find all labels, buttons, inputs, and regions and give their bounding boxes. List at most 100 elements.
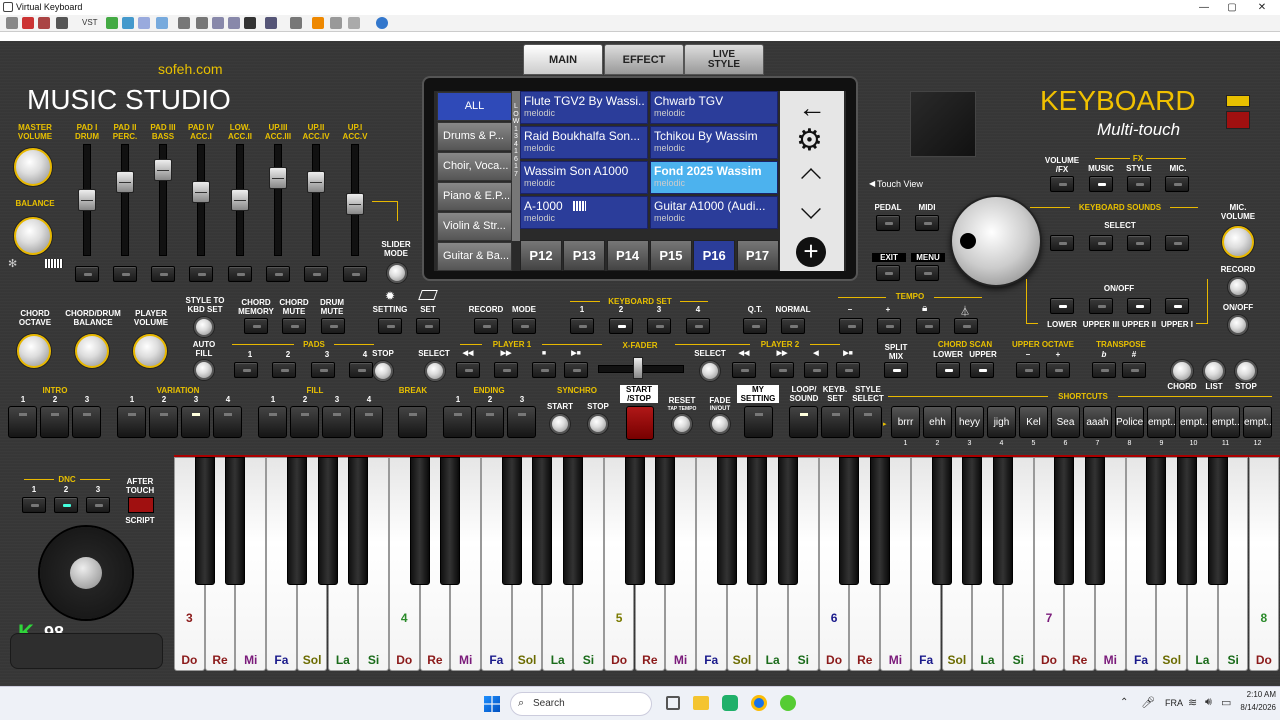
dnc-button[interactable]	[86, 497, 110, 513]
shortcut-button[interactable]: empt...	[1211, 406, 1240, 438]
pedal-button[interactable]	[876, 215, 900, 231]
ks-select-1[interactable]	[1050, 235, 1074, 251]
power-indicator[interactable]	[1226, 95, 1250, 107]
tab-live-style[interactable]: LIVE STYLE	[684, 44, 764, 75]
my-setting-button[interactable]	[744, 406, 773, 438]
touch-view-label[interactable]: Touch View	[877, 179, 923, 189]
black-key[interactable]	[778, 457, 798, 585]
black-key[interactable]	[440, 457, 461, 585]
player2-rewind-button[interactable]	[732, 362, 756, 378]
settings-icon[interactable]	[330, 17, 342, 29]
minimize-button[interactable]: —	[1190, 0, 1218, 15]
file-explorer-icon[interactable]	[693, 696, 709, 710]
category-item[interactable]: Drums & P...	[437, 122, 512, 151]
chord-octave-knob[interactable]	[17, 334, 51, 368]
pad-slider-button[interactable]	[343, 266, 367, 282]
ending-button[interactable]	[507, 406, 536, 438]
keyboard-app-icon[interactable]	[780, 695, 796, 711]
black-key[interactable]	[747, 457, 768, 585]
ks-upper1-button[interactable]	[1165, 298, 1189, 314]
song-item[interactable]: A-1000 melodic	[520, 196, 648, 229]
tempo-minus-button[interactable]	[839, 318, 863, 334]
song-item[interactable]: Tchikou By Wassim melodic	[650, 126, 778, 159]
pad-slider-button[interactable]	[266, 266, 290, 282]
black-key[interactable]	[501, 457, 522, 585]
mixer-icon[interactable]	[106, 17, 118, 29]
pad-slider-button[interactable]	[113, 266, 137, 282]
keyboard-set-button[interactable]	[570, 318, 594, 334]
black-key[interactable]	[839, 457, 860, 585]
tray-chevron-icon[interactable]: ⌃	[1120, 697, 1128, 708]
volume-fx-button[interactable]	[1050, 176, 1074, 192]
tab-effect[interactable]: EFFECT	[604, 44, 684, 75]
transpose-flat-button[interactable]	[1092, 362, 1116, 378]
edit-icon[interactable]	[156, 17, 168, 29]
xfader-handle[interactable]	[633, 357, 643, 379]
category-item[interactable]: Choir, Voca...	[437, 152, 512, 181]
auto-fill-knob[interactable]	[194, 360, 214, 380]
black-key[interactable]	[870, 457, 891, 585]
pad-slider-button[interactable]	[304, 266, 328, 282]
pad-slider-track[interactable]	[312, 144, 320, 256]
tab-main[interactable]: MAIN	[523, 44, 603, 75]
bank-strip[interactable]: L O W 1 3 4 1 6 1 7	[512, 91, 520, 241]
chord-drum-balance-knob[interactable]	[75, 334, 109, 368]
break-button[interactable]	[398, 406, 427, 438]
piano-small-icon[interactable]	[45, 259, 63, 268]
black-key[interactable]	[409, 457, 430, 585]
page-button[interactable]: P12	[520, 240, 562, 271]
ks-select-2[interactable]	[1089, 235, 1113, 251]
balance-knob[interactable]	[14, 217, 52, 255]
layout2-icon[interactable]	[228, 17, 240, 29]
pad-button[interactable]	[311, 362, 335, 378]
black-key[interactable]	[317, 457, 338, 585]
joystick-handle[interactable]	[70, 557, 102, 589]
style-to-kbd-knob[interactable]	[194, 317, 214, 337]
category-item[interactable]: Violin & Str...	[437, 212, 512, 241]
keyb-set-button[interactable]	[821, 406, 850, 438]
ending-button[interactable]	[475, 406, 504, 438]
song-item[interactable]: Flute TGV2 By Wassi... melodic	[520, 91, 648, 124]
mic-record-knob[interactable]	[1228, 277, 1248, 297]
variation-button[interactable]	[117, 406, 146, 438]
pad-slider-track[interactable]	[121, 144, 129, 256]
synchro-start-knob[interactable]	[550, 414, 570, 434]
page-button[interactable]: P15	[649, 240, 692, 271]
fill-button[interactable]	[322, 406, 351, 438]
tempo-lock-button[interactable]	[916, 318, 940, 334]
player1-play-button[interactable]	[564, 362, 588, 378]
pad-slider-button[interactable]	[189, 266, 213, 282]
category-item[interactable]: Guitar & Ba...	[437, 242, 512, 271]
wifi-icon[interactable]: ≋	[1188, 696, 1197, 709]
settings-small-icon[interactable]: ✻	[8, 257, 17, 270]
dnc-button[interactable]	[54, 497, 78, 513]
black-key[interactable]	[532, 457, 553, 585]
song-item[interactable]: Guitar A1000 (Audi... melodic	[650, 196, 778, 229]
pad-button[interactable]	[272, 362, 296, 378]
keyboard-set-button[interactable]	[686, 318, 710, 334]
shortcut-button[interactable]: Police	[1115, 406, 1144, 438]
player2-play-button[interactable]	[836, 362, 860, 378]
black-key[interactable]	[1177, 457, 1198, 585]
shortcut-button[interactable]: ehh	[923, 406, 952, 438]
black-key[interactable]	[194, 457, 215, 585]
pad-slider-handle[interactable]	[346, 193, 364, 215]
qt-button[interactable]	[743, 318, 767, 334]
pad-slider-handle[interactable]	[231, 189, 249, 211]
chord-mute-button[interactable]	[282, 318, 306, 334]
song-item[interactable]: Fond 2025 Wassim melodic	[650, 161, 778, 194]
tempo-plus-button[interactable]	[877, 318, 901, 334]
dnc-button[interactable]	[22, 497, 46, 513]
fx-music-button[interactable]	[1089, 176, 1113, 192]
view-icon[interactable]	[265, 17, 277, 29]
category-item[interactable]: Piano & E.P...	[437, 182, 512, 211]
upper-octave-minus-button[interactable]	[1016, 362, 1040, 378]
gear-icon[interactable]	[348, 17, 360, 29]
save-icon[interactable]	[56, 17, 68, 29]
start-icon[interactable]	[484, 696, 500, 712]
intro-button[interactable]	[72, 406, 101, 438]
pad-slider-handle[interactable]	[192, 181, 210, 203]
volume-icon[interactable]: 🔊︎	[1205, 696, 1212, 709]
pad-slider-handle[interactable]	[116, 171, 134, 193]
variation-button[interactable]	[149, 406, 178, 438]
